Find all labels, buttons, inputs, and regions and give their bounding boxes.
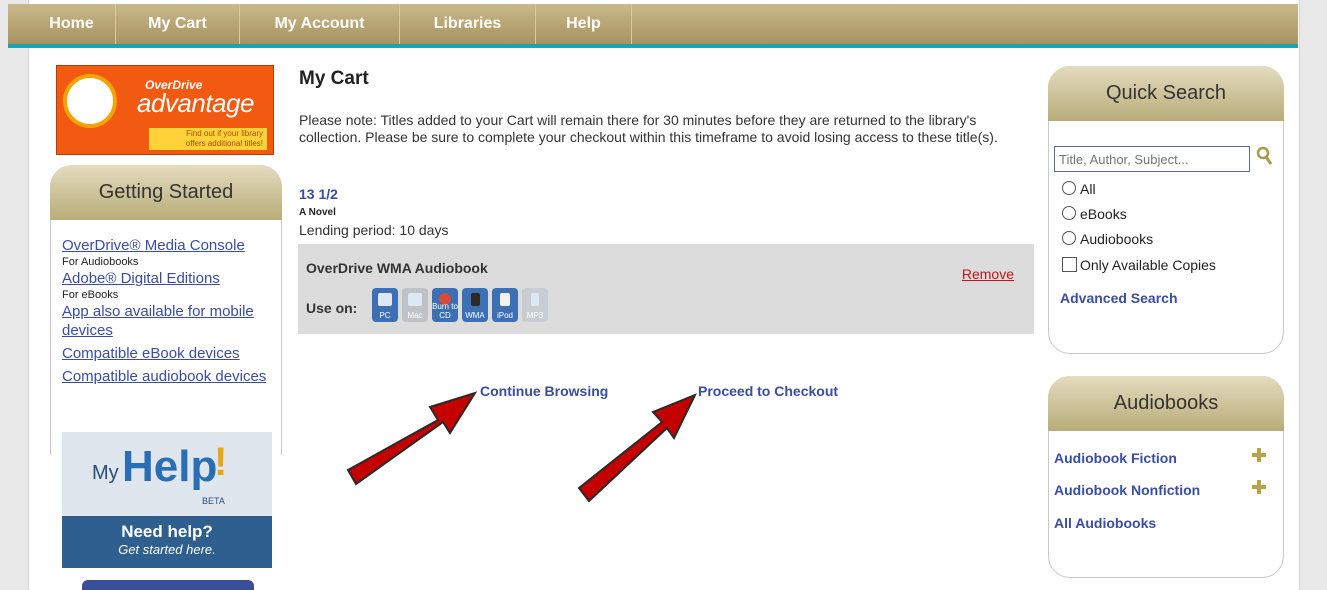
nav-libraries[interactable]: Libraries (400, 4, 536, 44)
proceed-checkout-link[interactable]: Proceed to Checkout (698, 383, 838, 399)
pc-icon: PC (372, 288, 398, 322)
note-audiobooks: For Audiobooks (62, 256, 139, 268)
nav-help[interactable]: Help (536, 4, 632, 44)
ipod-icon: iPod (492, 288, 518, 322)
radio-all[interactable] (1062, 181, 1076, 195)
mac-icon: Mac (402, 288, 428, 322)
note-ebooks: For eBooks (62, 289, 119, 301)
link-audiobook-fiction[interactable]: Audiobook Fiction (1054, 450, 1177, 466)
device-ipod-label: iPod (496, 311, 513, 320)
page-title: My Cart (299, 68, 369, 89)
search-input[interactable] (1054, 146, 1250, 172)
mp3-player-icon: MP3 (522, 288, 548, 322)
myhelp-get: Get started here. (118, 542, 216, 557)
advantage-tagline: Find out if your library offers addition… (149, 128, 267, 150)
radio-audiobooks[interactable] (1062, 231, 1076, 245)
nav-home[interactable]: Home (8, 4, 116, 44)
radio-audiobooks-label: Audiobooks (1080, 231, 1154, 247)
link-ebook-devices[interactable]: Compatible eBook devices (62, 344, 274, 363)
myhelp-cta[interactable]: Need help? Get started here. (62, 516, 272, 568)
myhelp-exclaim-icon: ! (214, 440, 228, 484)
advanced-search-link[interactable]: Advanced Search (1060, 290, 1178, 306)
device-pc-label: PC (379, 311, 391, 320)
link-media-console[interactable]: OverDrive® Media Console (62, 236, 274, 255)
radio-ebooks[interactable] (1062, 206, 1076, 220)
myhelp-my: My (92, 462, 119, 484)
link-all-audiobooks[interactable]: All Audiobooks (1054, 515, 1156, 531)
tagline-line1: Find out if your library (186, 129, 263, 138)
format-label: OverDrive WMA Audiobook (306, 260, 488, 276)
device-mac-label: Mac (407, 311, 423, 320)
remove-link[interactable]: Remove (962, 266, 1014, 282)
top-nav: Home My Cart My Account Libraries Help (8, 4, 1298, 48)
quick-search-title: Quick Search (1048, 66, 1284, 121)
expand-fiction-icon[interactable] (1252, 448, 1266, 462)
left-bottom-button[interactable] (82, 580, 254, 590)
audiobooks-panel: Audiobooks (1048, 376, 1284, 578)
radio-all-label: All (1080, 181, 1096, 197)
only-available-label: Only Available Copies (1080, 257, 1216, 273)
expand-nonfiction-icon[interactable] (1252, 480, 1266, 494)
burn-cd-icon: Burn to CD (432, 288, 458, 322)
cart-note: Please note: Titles added to your Cart w… (299, 112, 998, 145)
myhelp-beta: BETA (202, 496, 225, 506)
lending-period: Lending period: 10 days (299, 222, 449, 238)
myhelp-banner[interactable]: My Help ! BETA Need help? Get started he… (62, 432, 272, 568)
tagline-line2: offers additional titles! (185, 139, 263, 148)
link-digital-editions[interactable]: Adobe® Digital Editions (62, 269, 274, 288)
device-burn-label: Burn to CD (432, 302, 458, 320)
link-audiobook-devices[interactable]: Compatible audiobook devices (62, 367, 274, 386)
myhelp-need: Need help? (121, 522, 213, 541)
radio-ebooks-label: eBooks (1080, 206, 1127, 222)
audiobooks-title: Audiobooks (1048, 376, 1284, 431)
nav-my-account[interactable]: My Account (240, 4, 400, 44)
device-wma-label: WMA (465, 311, 485, 320)
link-audiobook-nonfiction[interactable]: Audiobook Nonfiction (1054, 482, 1200, 498)
device-mp3-label: MP3 (526, 311, 544, 320)
arrow-checkout-icon (577, 393, 698, 503)
overdrive-advantage-banner[interactable]: OverDrive advantage Find out if your lib… (56, 65, 274, 155)
link-mobile-app[interactable]: App also available for mobile devices (62, 302, 274, 340)
advantage-logo-icon (63, 74, 117, 128)
cart-item-format-box: OverDrive WMA Audiobook Remove Use on: P… (298, 244, 1034, 334)
item-subtitle: A Novel (299, 207, 336, 218)
nav-my-cart[interactable]: My Cart (116, 4, 240, 44)
advantage-word: advantage (137, 88, 254, 118)
use-on-label: Use on: (306, 300, 358, 316)
getting-started-title: Getting Started (50, 165, 282, 220)
getting-started-links: OverDrive® Media Console For Audiobooks … (62, 236, 274, 386)
search-icon[interactable] (1256, 146, 1274, 166)
wma-player-icon: WMA (462, 288, 488, 322)
arrow-continue-icon (346, 391, 478, 486)
only-available-checkbox[interactable] (1062, 257, 1077, 272)
item-title-link[interactable]: 13 1/2 (299, 186, 338, 202)
myhelp-help: Help (122, 442, 218, 491)
